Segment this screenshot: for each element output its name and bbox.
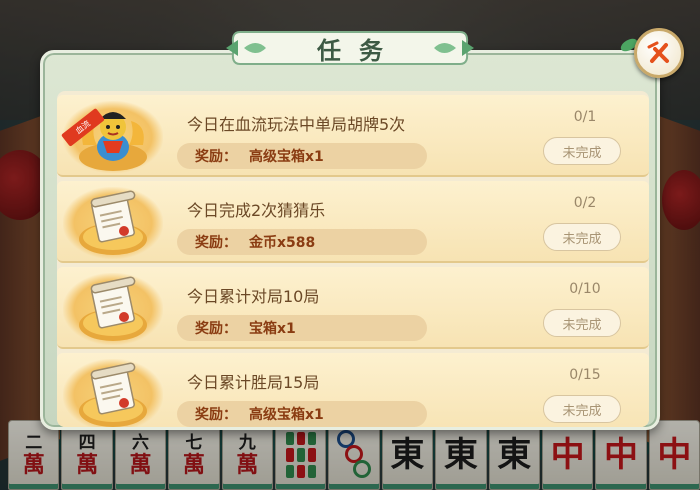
reward-label: 奖励： [195,407,237,423]
task-status-button[interactable]: 未完成 [543,395,621,423]
panel-title-banner: 任务 [226,26,474,70]
mahjong-tile-wan[interactable]: 六 萬 [114,420,167,490]
mahjong-tile-wan[interactable]: 九 萬 [221,420,273,490]
reward-value: 高级宝箱x1 [249,407,324,423]
reward-bar: 奖励： 高级宝箱x1 [177,143,427,169]
reward-value: 金币x588 [249,235,316,251]
task-progress: 0/1 [573,109,597,125]
tile-number: 四 [78,432,96,453]
task-status-button[interactable]: 未完成 [543,309,621,337]
task-status-button[interactable]: 未完成 [543,223,621,251]
mahjong-tile-wan[interactable]: 四 萬 [61,420,113,490]
task-title: 今日累计对局10局 [187,287,320,306]
mahjong-tile-honor[interactable]: 中 [541,420,594,490]
close-button[interactable] [634,28,684,78]
tile-character: 東 [390,435,425,475]
task-list[interactable]: 血流 今日在血流玩法中单局胡牌5次 奖励： 高级宝箱x1 0/1 未完成 今日完… [57,91,649,427]
treasure-character-icon: 血流 [61,101,163,173]
scroll-icon [63,187,163,259]
task-row: 今日累计对局10局 奖励： 宝箱x1 0/10 未完成 [57,267,649,349]
mahjong-tile-honor[interactable]: 東 [381,420,434,490]
mahjong-tile-wan[interactable]: 七 萬 [168,420,220,490]
mahjong-tile-honor[interactable]: 中 [595,420,647,490]
reward-label: 奖励： [195,149,237,165]
tile-number: 六 [131,432,149,453]
reward-value: 宝箱x1 [249,321,296,337]
reward-bar: 奖励： 高级宝箱x1 [177,401,427,427]
tile-suit: 萬 [22,451,45,478]
hand-tiles: 二 萬四 萬六 萬七 萬九 萬東東東中中中 [8,420,700,490]
tile-number: 七 [185,432,203,453]
tile-number: 二 [25,432,43,453]
mahjong-tile-honor[interactable]: 中 [648,420,700,490]
tile-suit: 萬 [236,451,259,478]
circles-icon [337,430,372,480]
scroll-icon [63,359,163,427]
scroll-icon [63,273,163,345]
tile-character: 東 [443,435,478,475]
reward-value: 高级宝箱x1 [249,149,324,165]
task-title: 今日在血流玩法中单局胡牌5次 [187,115,406,134]
tile-character: 中 [603,435,638,475]
mahjong-tile-honor[interactable]: 東 [435,420,487,490]
task-status-button[interactable]: 未完成 [543,137,621,165]
tile-character: 中 [657,435,692,475]
task-row: 今日完成2次猜猜乐 奖励： 金币x588 0/2 未完成 [57,181,649,263]
task-row: 血流 今日在血流玩法中单局胡牌5次 奖励： 高级宝箱x1 0/1 未完成 [57,95,649,177]
task-title: 今日完成2次猜猜乐 [187,201,326,220]
tile-suit: 萬 [182,451,205,478]
reward-label: 奖励： [195,235,237,251]
tile-suit: 萬 [76,451,99,478]
bamboo-icon [285,432,316,478]
task-progress: 0/2 [573,195,597,211]
mahjong-tile-circles[interactable] [328,420,380,490]
tile-character: 中 [550,435,585,475]
task-row: 今日累计胜局15局 奖励： 高级宝箱x1 0/15 未完成 [57,353,649,427]
tile-character: 東 [497,435,532,475]
reward-label: 奖励： [195,321,237,337]
reward-bar: 奖励： 宝箱x1 [177,315,427,341]
reward-bar: 奖励： 金币x588 [177,229,427,255]
task-progress: 0/10 [569,281,601,297]
close-x-icon [647,41,669,63]
mahjong-tile-wan[interactable]: 二 萬 [8,420,60,490]
tile-suit: 萬 [129,451,152,478]
task-panel: 血流 今日在血流玩法中单局胡牌5次 奖励： 高级宝箱x1 0/1 未完成 今日完… [40,50,660,430]
task-title: 今日累计胜局15局 [187,373,320,392]
panel-title: 任务 [317,35,401,65]
task-progress: 0/15 [569,367,601,383]
mahjong-tile-bamboo[interactable] [274,420,327,490]
tile-number: 九 [238,432,256,453]
mahjong-tile-honor[interactable]: 東 [488,420,540,490]
